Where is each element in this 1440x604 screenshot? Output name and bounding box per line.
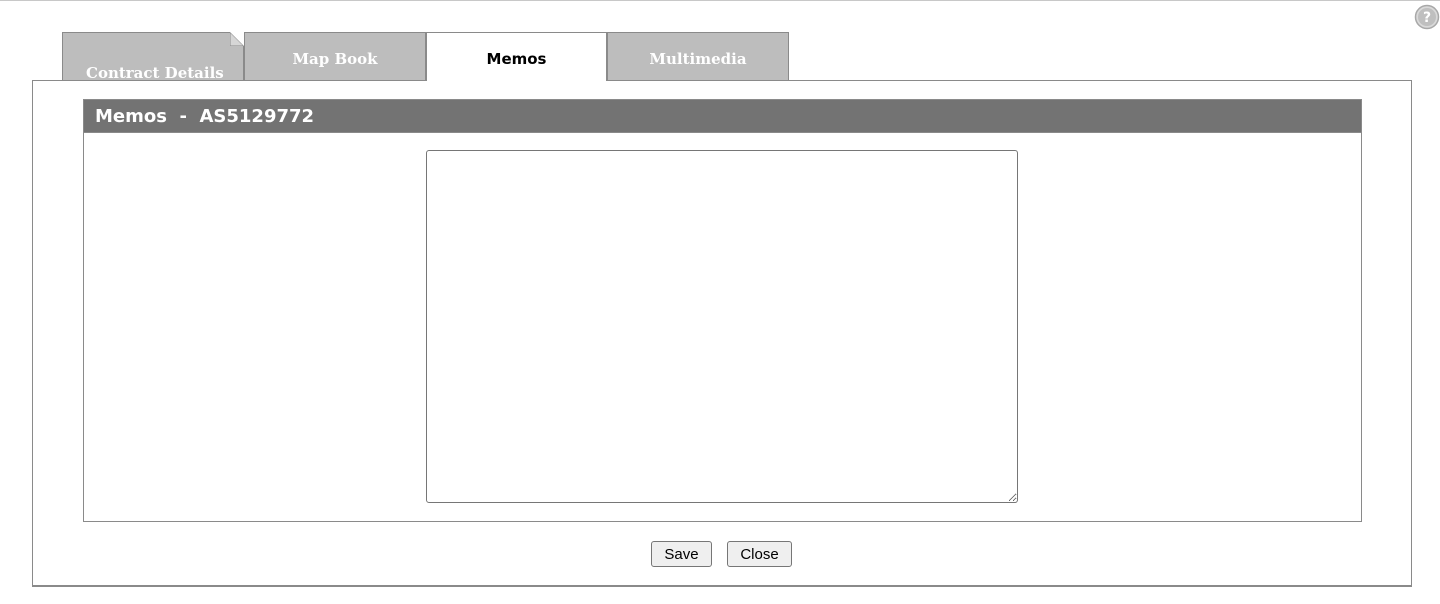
tab-memos[interactable]: Memos bbox=[426, 32, 607, 81]
top-divider bbox=[0, 0, 1440, 1]
tab-label: Memos bbox=[486, 50, 547, 68]
tab-multimedia[interactable]: Multimedia bbox=[607, 32, 789, 80]
svg-text:?: ? bbox=[1423, 10, 1431, 26]
tab-label: Multimedia bbox=[649, 50, 747, 68]
memo-panel: Memos - AS5129772 bbox=[83, 99, 1362, 522]
memo-textarea[interactable] bbox=[426, 150, 1018, 503]
memo-panel-title: Memos - AS5129772 bbox=[84, 100, 1361, 133]
tab-content-panel: Memos - AS5129772 Save Close bbox=[32, 80, 1412, 587]
help-icon[interactable]: ? bbox=[1414, 4, 1440, 30]
folded-corner-icon bbox=[230, 32, 244, 46]
tab-contract-details[interactable]: Contract Details bbox=[62, 32, 244, 82]
tab-map-book[interactable]: Map Book bbox=[244, 32, 426, 80]
close-button[interactable]: Close bbox=[727, 541, 792, 567]
save-button[interactable]: Save bbox=[651, 541, 712, 567]
tab-label: Map Book bbox=[292, 50, 378, 68]
tab-label: Contract Details bbox=[86, 64, 224, 82]
